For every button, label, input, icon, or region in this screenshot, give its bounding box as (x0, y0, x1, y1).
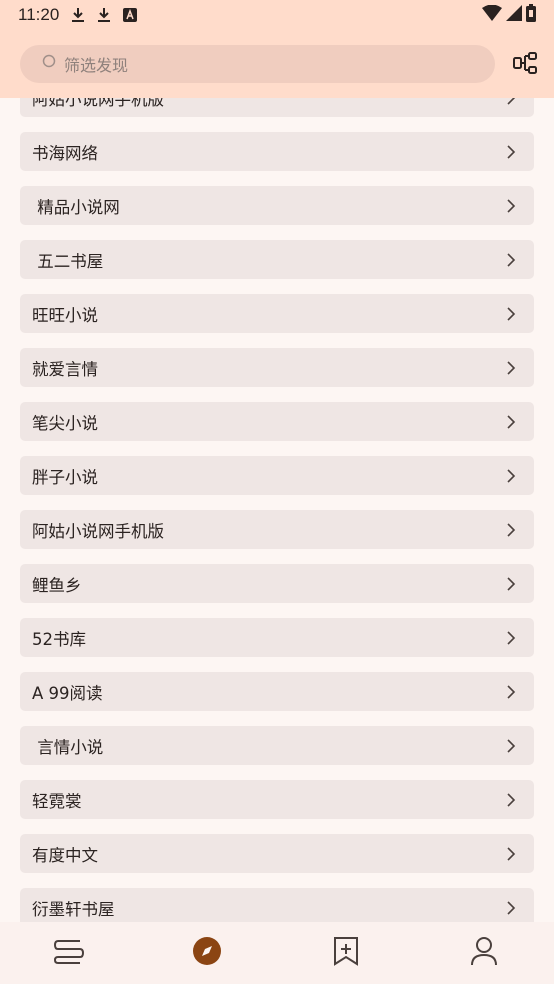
chevron-right-icon (507, 307, 516, 321)
group-tree-icon (512, 50, 538, 80)
rss-bookmark-icon (333, 936, 359, 970)
top-app-bar: 11:20 筛选发现 (0, 0, 554, 98)
list-item[interactable]: 旺旺小说 (20, 294, 534, 333)
nav-explore[interactable] (190, 936, 224, 970)
list-item[interactable]: 轻霓裳 (20, 780, 534, 819)
list-item-label: A 99阅读 (32, 683, 103, 703)
chevron-right-icon (507, 739, 516, 753)
status-time: 11:20 (18, 5, 60, 24)
list-item[interactable]: 鲤鱼乡 (20, 564, 534, 603)
nav-rss[interactable] (329, 936, 363, 970)
list-item-label: 精品小说网 (32, 197, 120, 217)
search-input[interactable]: 筛选发现 (20, 45, 495, 83)
list-item-label: 言情小说 (32, 737, 104, 757)
list-item-label: 52书库 (32, 629, 86, 649)
battery-icon (526, 4, 536, 26)
list-item-label: 衍墨轩书屋 (32, 899, 115, 919)
list-item-label: 阿姑小说网手机版 (32, 521, 164, 541)
explore-icon (192, 936, 222, 970)
source-list[interactable]: 阿姑小说网手机版 书海网络 精品小说网 五二书屋 旺旺小说 就爱言情 笔尖小说 … (0, 78, 554, 922)
chevron-right-icon (507, 793, 516, 807)
list-item-label: 五二书屋 (32, 251, 104, 271)
group-tree-button[interactable] (510, 50, 540, 80)
nav-profile[interactable] (467, 936, 501, 970)
app-notification-icon (121, 6, 139, 24)
status-bar: 11:20 (0, 0, 554, 30)
download-icon (69, 6, 87, 24)
list-item[interactable]: 言情小说 (20, 726, 534, 765)
wifi-icon (482, 4, 502, 25)
chevron-right-icon (507, 631, 516, 645)
download-icon (95, 6, 113, 24)
list-item[interactable]: 就爱言情 (20, 348, 534, 387)
chevron-right-icon (507, 199, 516, 213)
list-item[interactable]: 52书库 (20, 618, 534, 657)
profile-icon (470, 936, 498, 970)
nav-bookshelf[interactable] (52, 936, 86, 970)
chevron-right-icon (507, 253, 516, 267)
list-item-label: 书海网络 (32, 143, 98, 163)
list-item-label: 旺旺小说 (32, 305, 98, 325)
signal-icon (506, 5, 522, 25)
search-placeholder: 筛选发现 (64, 56, 129, 75)
list-item-label: 有度中文 (32, 845, 98, 865)
list-item[interactable]: 笔尖小说 (20, 402, 534, 441)
chevron-right-icon (507, 685, 516, 699)
bookshelf-icon (53, 937, 85, 969)
chevron-right-icon (507, 523, 516, 537)
list-item[interactable]: 书海网络 (20, 132, 534, 171)
bottom-navigation (0, 922, 554, 984)
list-item-label: 胖子小说 (32, 467, 98, 487)
chevron-right-icon (507, 361, 516, 375)
list-item[interactable]: 胖子小说 (20, 456, 534, 495)
chevron-right-icon (507, 577, 516, 591)
list-item-label: 鲤鱼乡 (32, 575, 82, 595)
chevron-right-icon (507, 145, 516, 159)
chevron-right-icon (507, 847, 516, 861)
list-item[interactable]: 五二书屋 (20, 240, 534, 279)
chevron-right-icon (507, 901, 516, 915)
list-item[interactable]: 有度中文 (20, 834, 534, 873)
list-item-label: 轻霓裳 (32, 791, 82, 811)
chevron-right-icon (507, 415, 516, 429)
list-item-label: 笔尖小说 (32, 413, 98, 433)
list-item-label: 就爱言情 (32, 359, 98, 379)
search-icon (42, 54, 58, 74)
list-item[interactable]: 衍墨轩书屋 (20, 888, 534, 922)
chevron-right-icon (507, 469, 516, 483)
list-item[interactable]: 阿姑小说网手机版 (20, 510, 534, 549)
list-item[interactable]: 精品小说网 (20, 186, 534, 225)
list-item[interactable]: A 99阅读 (20, 672, 534, 711)
